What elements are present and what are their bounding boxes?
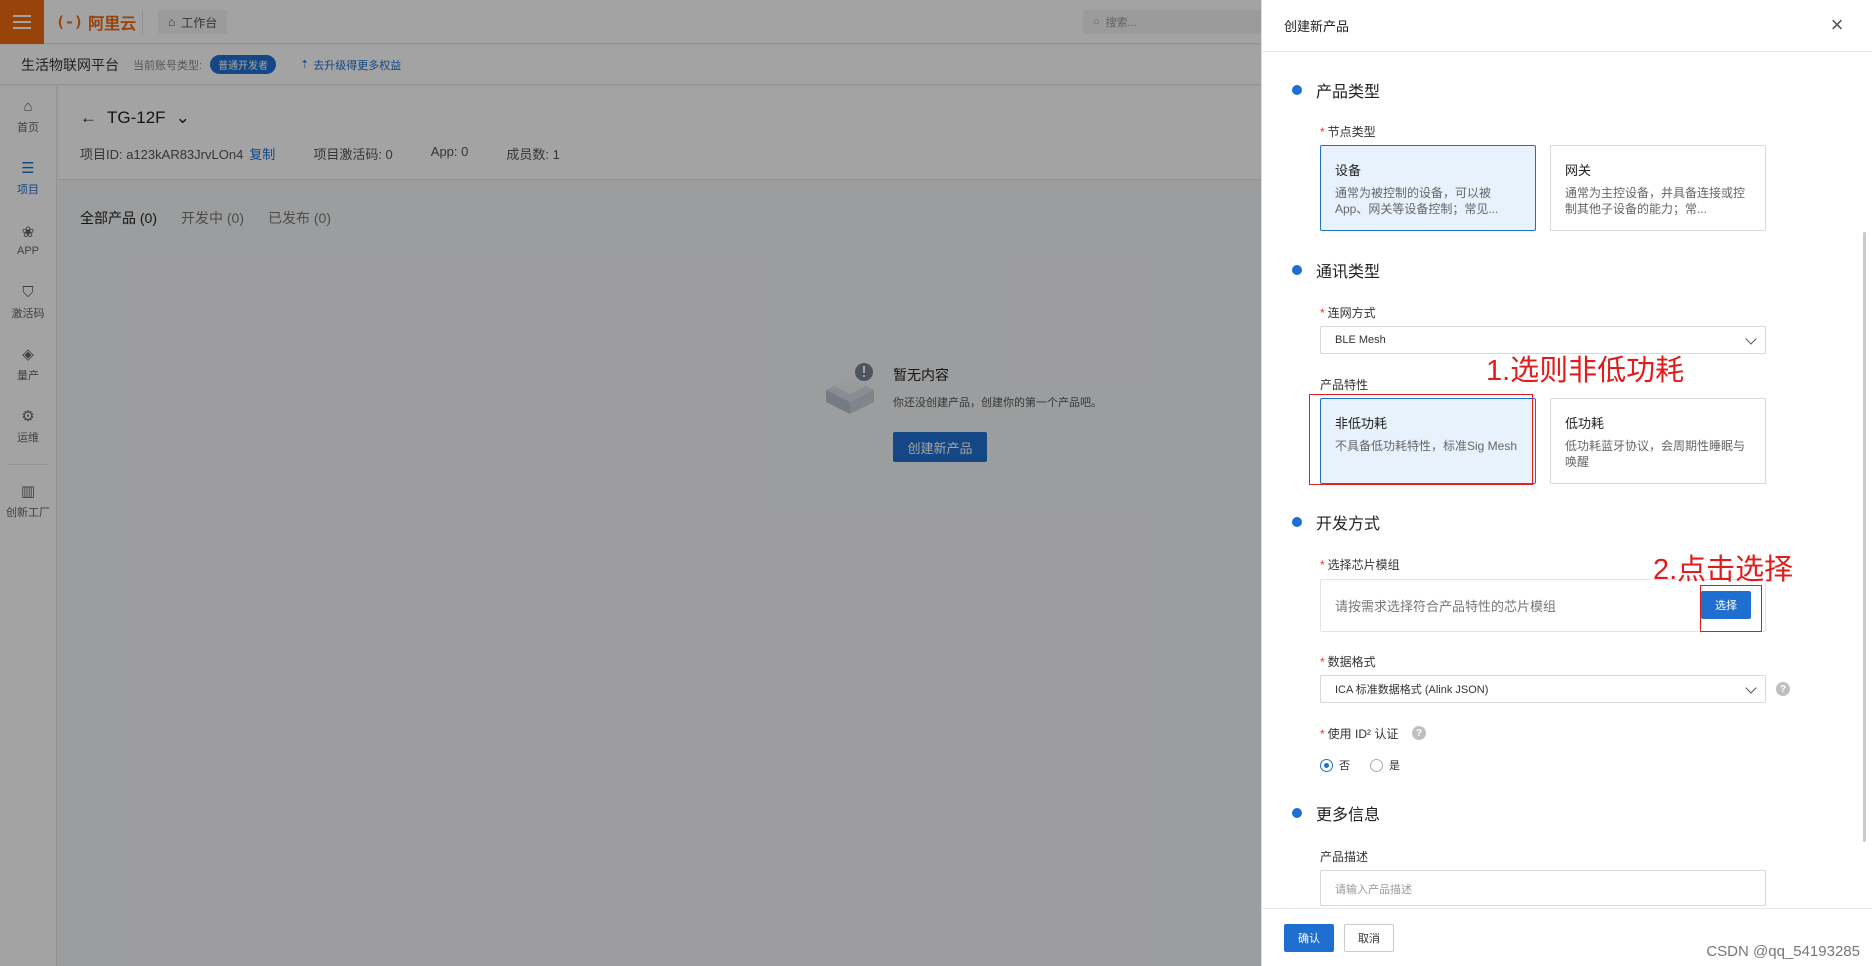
network-value: BLE Mesh xyxy=(1335,334,1386,346)
card-description: 通常为主控设备，并具备连接或控制其他子设备的能力；常... xyxy=(1565,186,1746,216)
id2-radio-group: 否 是 xyxy=(1320,757,1400,773)
section-comm-type: 通讯类型 xyxy=(1292,258,1380,282)
data-format-value: ICA 标准数据格式 (Alink JSON) xyxy=(1335,684,1489,696)
node-card-gateway[interactable]: 网关 通常为主控设备，并具备连接或控制其他子设备的能力；常... xyxy=(1550,145,1766,231)
section-title: 产品类型 xyxy=(1316,84,1381,101)
section-dot xyxy=(1292,808,1302,818)
id2-label: * 使用 ID² 认证 xyxy=(1320,727,1399,741)
confirm-button[interactable]: 确认 xyxy=(1284,924,1334,952)
node-type-label: * 节点类型 xyxy=(1320,125,1376,139)
chevron-down-icon xyxy=(1745,682,1757,694)
drawer-header: 创建新产品 × xyxy=(1262,0,1872,52)
card-title: 网关 xyxy=(1565,163,1592,178)
card-title: 设备 xyxy=(1335,163,1362,178)
radio-label: 否 xyxy=(1339,760,1350,772)
watermark: CSDN @qq_54193285 xyxy=(1706,943,1860,960)
card-title: 低功耗 xyxy=(1565,416,1605,431)
section-dev-mode: 开发方式 xyxy=(1292,510,1380,534)
annotation-step1: 1.选则非低功耗 xyxy=(1486,355,1685,387)
chip-label: * 选择芯片模组 xyxy=(1320,558,1400,572)
radio-no[interactable]: 否 xyxy=(1320,757,1350,773)
section-more-info: 更多信息 xyxy=(1292,801,1380,825)
feature-label: 产品特性 xyxy=(1320,378,1369,392)
section-dot xyxy=(1292,265,1302,275)
drawer-title: 创建新产品 xyxy=(1284,19,1350,34)
feature-card-low-power[interactable]: 低功耗 低功耗蓝牙协议，会周期性睡眠与唤醒 xyxy=(1550,398,1766,484)
help-icon[interactable]: ? xyxy=(1776,682,1790,696)
annotation-box-step2 xyxy=(1700,585,1762,632)
section-product-type: 产品类型 xyxy=(1292,78,1380,102)
section-title: 开发方式 xyxy=(1316,516,1381,533)
radio-label: 是 xyxy=(1389,760,1400,772)
radio-button[interactable] xyxy=(1320,758,1333,772)
data-format-label: * 数据格式 xyxy=(1320,655,1376,669)
help-icon[interactable]: ? xyxy=(1412,726,1426,740)
product-description-input[interactable]: 请输入产品描述 xyxy=(1320,870,1766,906)
section-dot xyxy=(1292,85,1302,95)
card-description: 通常为被控制的设备，可以被App、网关等设备控制；常见... xyxy=(1335,186,1499,216)
card-description: 低功耗蓝牙协议，会周期性睡眠与唤醒 xyxy=(1565,439,1746,469)
section-title: 通讯类型 xyxy=(1316,264,1381,281)
annotation-box-step1 xyxy=(1309,394,1533,485)
network-label: * 连网方式 xyxy=(1320,306,1376,320)
data-format-select[interactable]: ICA 标准数据格式 (Alink JSON) xyxy=(1320,675,1766,703)
radio-button[interactable] xyxy=(1370,758,1383,772)
chevron-down-icon xyxy=(1745,333,1757,345)
section-dot xyxy=(1292,517,1302,527)
modal-overlay[interactable] xyxy=(0,0,1261,966)
scrollbar[interactable] xyxy=(1863,232,1866,842)
section-title: 更多信息 xyxy=(1316,807,1381,824)
annotation-step2: 2.点击选择 xyxy=(1653,554,1794,586)
close-icon[interactable]: × xyxy=(1826,14,1848,36)
cancel-button[interactable]: 取消 xyxy=(1344,924,1394,952)
chip-placeholder: 请按需求选择符合产品特性的芯片模组 xyxy=(1335,599,1557,614)
node-card-device[interactable]: 设备 通常为被控制的设备，可以被App、网关等设备控制；常见... xyxy=(1320,145,1536,231)
radio-yes[interactable]: 是 xyxy=(1370,757,1400,773)
product-desc-label: 产品描述 xyxy=(1320,850,1369,864)
